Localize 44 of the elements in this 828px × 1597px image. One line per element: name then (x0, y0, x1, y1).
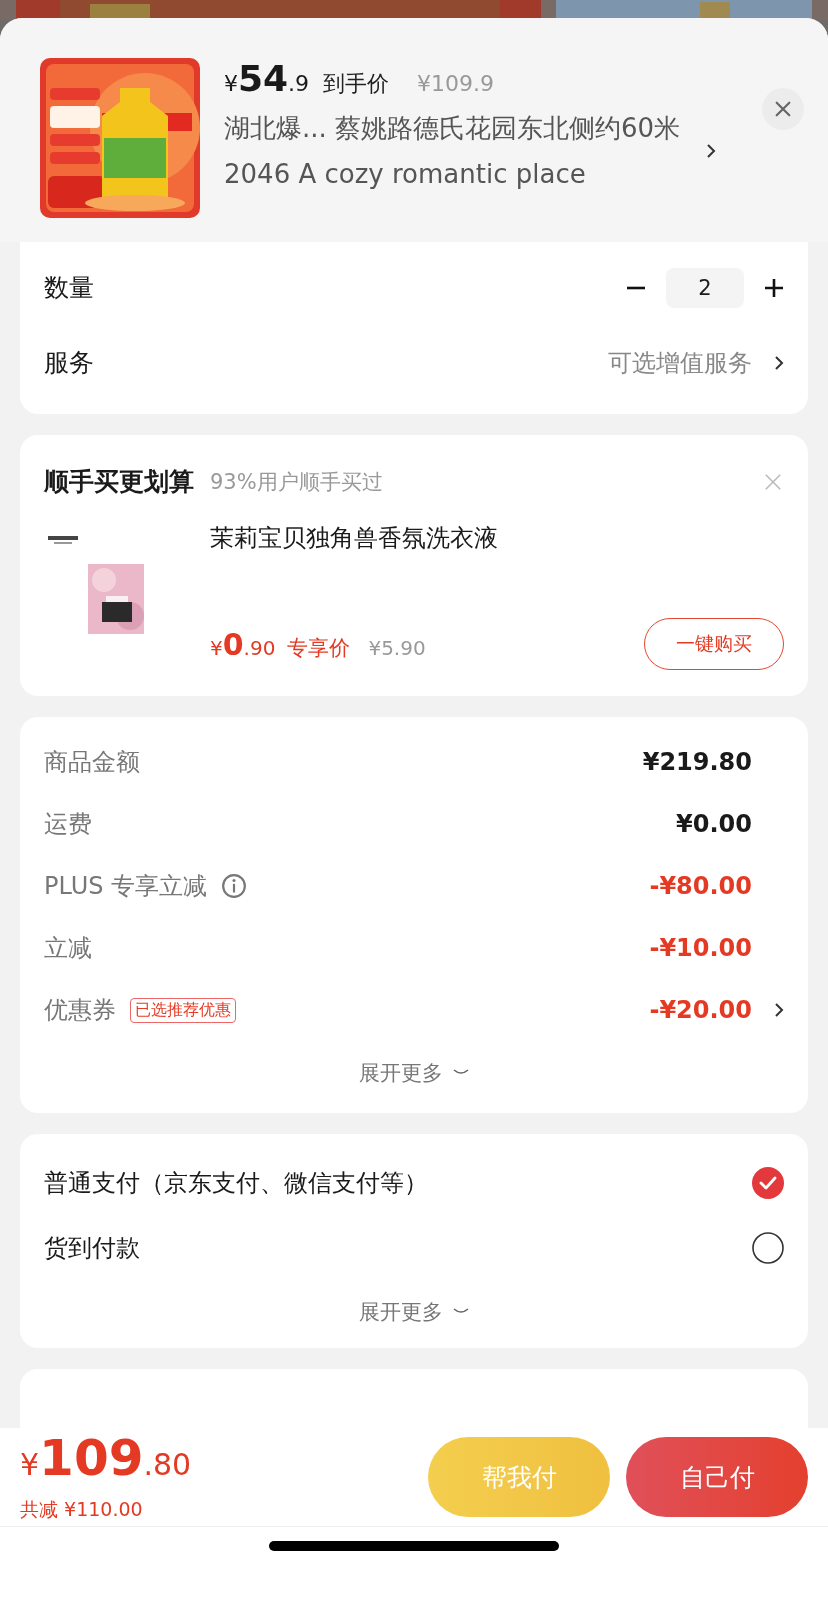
summary-value: -¥80.00 (649, 872, 752, 900)
special-price: ¥0.90 (210, 626, 276, 662)
coupon-tag: 已选推荐优惠 (130, 997, 236, 1023)
chevron-down-icon[interactable] (453, 1069, 469, 1077)
summary-value: ¥219.80 (642, 748, 752, 776)
original-price: ¥109.9 (417, 71, 495, 96)
pay-button[interactable]: 自己付 (626, 1437, 808, 1517)
price-label: 到手价 (323, 70, 390, 98)
savings-text: 共减 ¥110.00 (20, 1497, 144, 1522)
summary-label: 优惠券 (44, 995, 116, 1026)
product-name[interactable]: 茉莉宝贝独角兽香氛洗衣液 (210, 522, 784, 554)
radio-button[interactable] (752, 1231, 784, 1264)
close-icon (774, 100, 792, 118)
price-label: 专享价 (287, 634, 351, 662)
summary-label: PLUS 专享立减 (44, 871, 208, 902)
info-icon[interactable] (221, 873, 248, 899)
service-value[interactable]: 可选增值服务 (608, 346, 752, 379)
radio-button[interactable] (752, 1166, 784, 1199)
payment-option[interactable]: 货到付款 (44, 1231, 140, 1264)
summary-value: ¥0.00 (676, 810, 752, 838)
quantity-label: 数量 (44, 272, 94, 304)
expand-link[interactable]: 展开更多 (359, 1059, 443, 1087)
address-text[interactable]: 湖北爆... 蔡姚路德氏花园东北侧约60米 2046 A cozy romantic place (224, 105, 694, 197)
addon-subtitle: 93%用户顺手买过 (210, 468, 383, 496)
total-price: ¥109.80 (20, 1431, 192, 1489)
chevron-icon[interactable] (774, 1002, 784, 1018)
summary-value: -¥10.00 (649, 934, 752, 962)
plus-icon[interactable] (764, 277, 784, 298)
buy-button[interactable]: 一键购买 (644, 618, 784, 670)
summary-label: 商品金额 (44, 747, 140, 778)
chevron-down-icon[interactable] (453, 1308, 469, 1316)
payment-option[interactable]: 普通支付（京东支付、微信支付等） (44, 1166, 428, 1199)
summary-value: -¥20.00 (649, 996, 752, 1024)
expand-link[interactable]: 展开更多 (359, 1298, 443, 1326)
close-button[interactable] (762, 88, 804, 130)
original-price: ¥5.90 (368, 635, 426, 660)
product-price: ¥54.9 (224, 58, 310, 99)
quantity-field[interactable]: 2 (666, 267, 744, 308)
summary-label: 立减 (44, 933, 92, 964)
chevron-icon[interactable] (774, 354, 784, 371)
service-label: 服务 (44, 347, 94, 379)
summary-label: 运费 (44, 809, 92, 840)
chevron-icon[interactable] (706, 143, 716, 159)
addon-title: 顺手买更划算 (44, 466, 194, 498)
